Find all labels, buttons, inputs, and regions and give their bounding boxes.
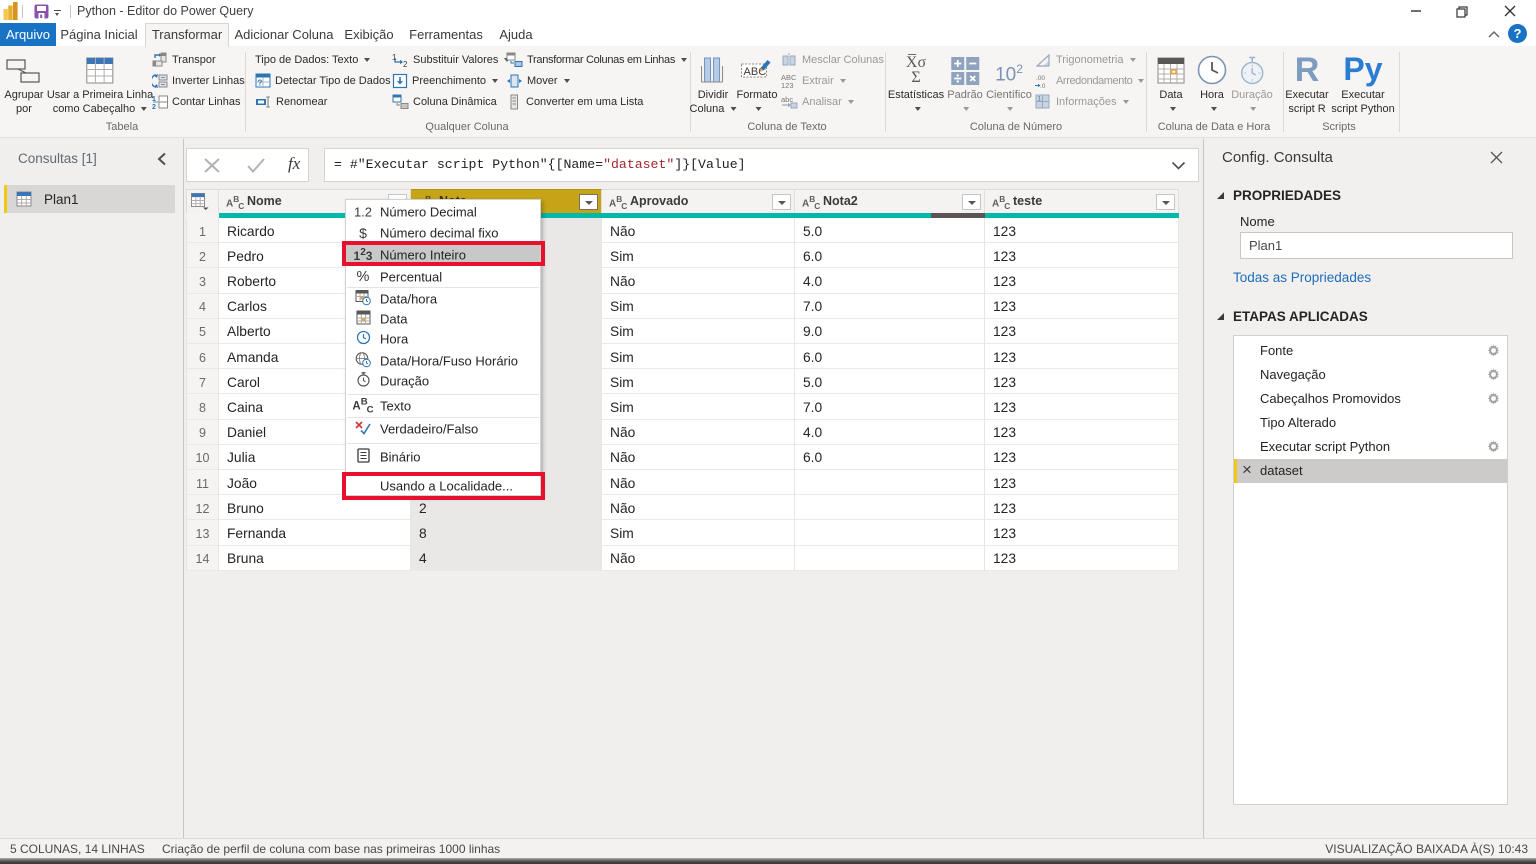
svg-text:?: ? (258, 79, 263, 88)
svg-text:.0: .0 (1040, 83, 1046, 89)
svg-text:123: 123 (781, 81, 794, 89)
svg-text:2: 2 (403, 60, 408, 68)
svg-text:2: 2 (152, 104, 156, 110)
svg-text:.00: .00 (1036, 75, 1045, 82)
